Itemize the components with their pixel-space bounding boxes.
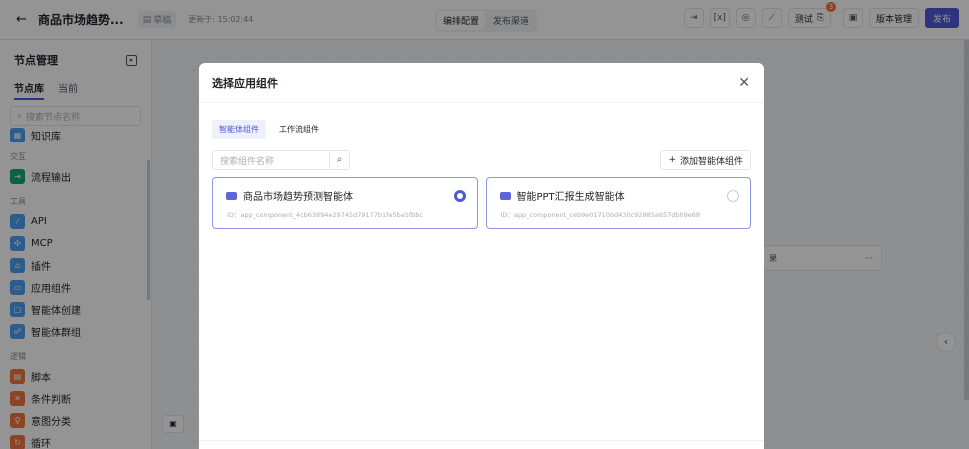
modal-title: 选择应用组件	[212, 76, 278, 90]
component-search-placeholder: 搜索组件名称	[220, 156, 275, 167]
select-component-modal: 选择应用组件 ✕ 智能体组件 工作流组件 搜索组件名称 ⌕ + 添加智能体组件 …	[199, 63, 764, 449]
agent-icon	[226, 191, 237, 200]
tab-agent-components[interactable]: 智能体组件	[212, 120, 266, 139]
component-card-id: ID：app_component_ceb9e01710bd430c92985a6…	[500, 211, 701, 219]
component-card-title: 商品市场趋势预测智能体	[243, 192, 353, 203]
component-radio-selected[interactable]	[453, 190, 466, 202]
search-icon[interactable]: ⌕	[329, 151, 349, 169]
component-radio[interactable]	[727, 190, 739, 202]
component-card[interactable]: 商品市场趋势预测智能体 ID：app_component_4cb63894e29…	[212, 177, 478, 229]
component-card[interactable]: 智能PPT汇报生成智能体 ID：app_component_ceb9e01710…	[485, 177, 751, 229]
component-card-id: ID：app_component_4cb63894e29745d79177b1f…	[227, 211, 423, 219]
component-card-title: 智能PPT汇报生成智能体	[516, 192, 625, 203]
tab-workflow-components[interactable]: 工作流组件	[272, 120, 326, 139]
plus-icon: +	[668, 155, 676, 165]
component-search-input[interactable]: 搜索组件名称 ⌕	[212, 150, 350, 170]
close-icon[interactable]: ✕	[738, 76, 750, 90]
add-agent-component-label: 添加智能体组件	[679, 156, 743, 167]
modal-footer-divider	[199, 440, 764, 441]
agent-icon	[499, 191, 511, 200]
add-agent-component-button[interactable]: + 添加智能体组件	[660, 150, 751, 170]
